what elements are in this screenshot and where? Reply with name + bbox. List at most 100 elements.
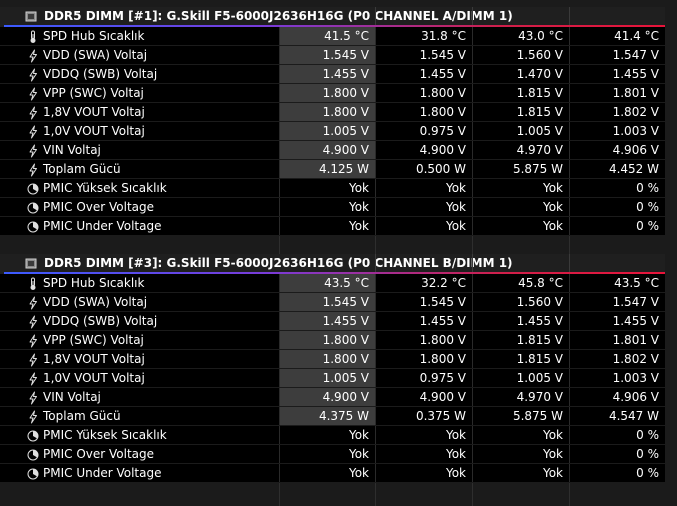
sensor-row[interactable]: PMIC Under Voltage Yok Yok Yok 0 % [0,217,677,236]
sensor-label: 1,0V VOUT Voltaj [43,371,145,385]
average-value: 1.003 V [569,369,665,388]
sensor-group-dimm3: DDR5 DIMM [#3]: G.Skill F5-6000J2636H16G… [0,254,677,483]
sensor-row[interactable]: VPP (SWC) Voltaj 1.800 V 1.800 V 1.815 V 1.8… [0,84,677,103]
maximum-value: 1.815 V [472,84,569,103]
current-value: 43.5 °C [279,274,375,293]
sensor-label-cell: 1,8V VOUT Voltaj [0,103,279,122]
current-value: 1.800 V [279,350,375,369]
average-value: 1.547 V [569,46,665,65]
sensor-label-cell: PMIC Over Voltage [0,445,279,464]
vertical-scrollbar[interactable] [665,0,677,506]
current-value: 1.005 V [279,369,375,388]
sensor-label: SPD Hub Sıcaklık [43,276,145,290]
sensor-row[interactable]: VDDQ (SWB) Voltaj 1.455 V 1.455 V 1.470 V 1.… [0,65,677,84]
lightning-icon [27,295,39,310]
sensor-label-cell: Toplam Gücü [0,160,279,179]
sensor-label: VPP (SWC) Voltaj [43,333,144,347]
maximum-value: 1.470 V [472,65,569,84]
sensor-group-dimm1: DDR5 DIMM [#1]: G.Skill F5-6000J2636H16G… [0,7,677,236]
current-value: Yok [279,179,375,198]
lightning-icon [27,86,39,101]
sensor-label: VIN Voltaj [43,390,101,404]
sensor-group-header[interactable]: DDR5 DIMM [#1]: G.Skill F5-6000J2636H16G… [0,7,677,27]
average-value: 4.906 V [569,141,665,160]
bottom-spacer [0,483,677,506]
thermometer-icon [27,276,39,291]
clock-icon [27,200,39,215]
sensor-label: VDDQ (SWB) Voltaj [43,314,158,328]
lightning-icon [27,67,39,82]
sensor-row[interactable]: VIN Voltaj 4.900 V 4.900 V 4.970 V 4.906 V [0,388,677,407]
sensor-row[interactable]: VDD (SWA) Voltaj 1.545 V 1.545 V 1.560 V 1.5… [0,46,677,65]
sensor-row[interactable]: 1,0V VOUT Voltaj 1.005 V 0.975 V 1.005 V 1.0… [0,122,677,141]
sensor-rows: SPD Hub Sıcaklık 43.5 °C 32.2 °C 45.8 °C 43.… [0,274,677,483]
minimum-value: 1.545 V [375,293,472,312]
minimum-value: 32.2 °C [375,274,472,293]
sensor-label-cell: PMIC Under Voltage [0,464,279,483]
maximum-value: 4.970 V [472,388,569,407]
maximum-value: Yok [472,198,569,217]
minimum-value: 1.800 V [375,350,472,369]
sensor-row[interactable]: Toplam Gücü 4.375 W 0.375 W 5.875 W 4.547 W [0,407,677,426]
sensor-row[interactable]: 1,8V VOUT Voltaj 1.800 V 1.800 V 1.815 V 1.8… [0,103,677,122]
lightning-icon [27,314,39,329]
current-value: 4.900 V [279,141,375,160]
average-value: 41.4 °C [569,27,665,46]
sensor-row[interactable]: PMIC Yüksek Sıcaklık Yok Yok Yok 0 % [0,179,677,198]
minimum-value: 1.800 V [375,103,472,122]
current-value: Yok [279,198,375,217]
sensor-row[interactable]: PMIC Over Voltage Yok Yok Yok 0 % [0,198,677,217]
maximum-value: 1.815 V [472,331,569,350]
sensor-row[interactable]: SPD Hub Sıcaklık 43.5 °C 32.2 °C 45.8 °C 43.… [0,274,677,293]
average-value: 0 % [569,217,665,236]
average-value: 0 % [569,426,665,445]
current-value: 1.455 V [279,312,375,331]
sensor-row[interactable]: VDDQ (SWB) Voltaj 1.455 V 1.455 V 1.455 V 1.… [0,312,677,331]
minimum-value: 0.975 V [375,369,472,388]
current-value: Yok [279,217,375,236]
maximum-value: 5.875 W [472,160,569,179]
lightning-icon [27,390,39,405]
sensor-label: VDDQ (SWB) Voltaj [43,67,158,81]
average-value: 1.802 V [569,103,665,122]
sensor-label-cell: Toplam Gücü [0,407,279,426]
sensor-label-cell: VDDQ (SWB) Voltaj [0,65,279,84]
memory-chip-icon [25,258,37,269]
average-value: 1.455 V [569,312,665,331]
current-value: 4.375 W [279,407,375,426]
minimum-value: Yok [375,445,472,464]
minimum-value: Yok [375,464,472,483]
clock-icon [27,181,39,196]
sensor-row[interactable]: VIN Voltaj 4.900 V 4.900 V 4.970 V 4.906 V [0,141,677,160]
sensor-row[interactable]: VDD (SWA) Voltaj 1.545 V 1.545 V 1.560 V 1.5… [0,293,677,312]
maximum-value: 1.815 V [472,350,569,369]
average-value: 4.906 V [569,388,665,407]
sensor-label: PMIC Yüksek Sıcaklık [43,181,167,195]
sensor-row[interactable]: PMIC Under Voltage Yok Yok Yok 0 % [0,464,677,483]
sensor-row[interactable]: PMIC Over Voltage Yok Yok Yok 0 % [0,445,677,464]
sensor-label: VDD (SWA) Voltaj [43,295,148,309]
sensor-row[interactable]: PMIC Yüksek Sıcaklık Yok Yok Yok 0 % [0,426,677,445]
sensor-group-title: DDR5 DIMM [#1]: G.Skill F5-6000J2636H16G… [44,9,513,23]
thermometer-icon [27,29,39,44]
clock-icon [27,466,39,481]
minimum-value: 1.800 V [375,84,472,103]
sensor-row[interactable]: 1,8V VOUT Voltaj 1.800 V 1.800 V 1.815 V 1.8… [0,350,677,369]
sensor-rows: SPD Hub Sıcaklık 41.5 °C 31.8 °C 43.0 °C 41.… [0,27,677,236]
minimum-value: Yok [375,198,472,217]
current-value: 1.800 V [279,103,375,122]
sensor-group-header[interactable]: DDR5 DIMM [#3]: G.Skill F5-6000J2636H16G… [0,254,677,274]
sensor-label-cell: 1,0V VOUT Voltaj [0,369,279,388]
sensor-row[interactable]: 1,0V VOUT Voltaj 1.005 V 0.975 V 1.005 V 1.0… [0,369,677,388]
minimum-value: 0.500 W [375,160,472,179]
maximum-value: Yok [472,217,569,236]
sensor-row[interactable]: Toplam Gücü 4.125 W 0.500 W 5.875 W 4.452 W [0,160,677,179]
sensor-row[interactable]: VPP (SWC) Voltaj 1.800 V 1.800 V 1.815 V 1.8… [0,331,677,350]
sensor-row[interactable]: SPD Hub Sıcaklık 41.5 °C 31.8 °C 43.0 °C 41.… [0,27,677,46]
maximum-value: 1.560 V [472,46,569,65]
minimum-value: 0.375 W [375,407,472,426]
sensor-label-cell: VIN Voltaj [0,141,279,160]
current-value: 41.5 °C [279,27,375,46]
sensor-label: PMIC Over Voltage [43,447,155,461]
sensor-label: VIN Voltaj [43,143,101,157]
